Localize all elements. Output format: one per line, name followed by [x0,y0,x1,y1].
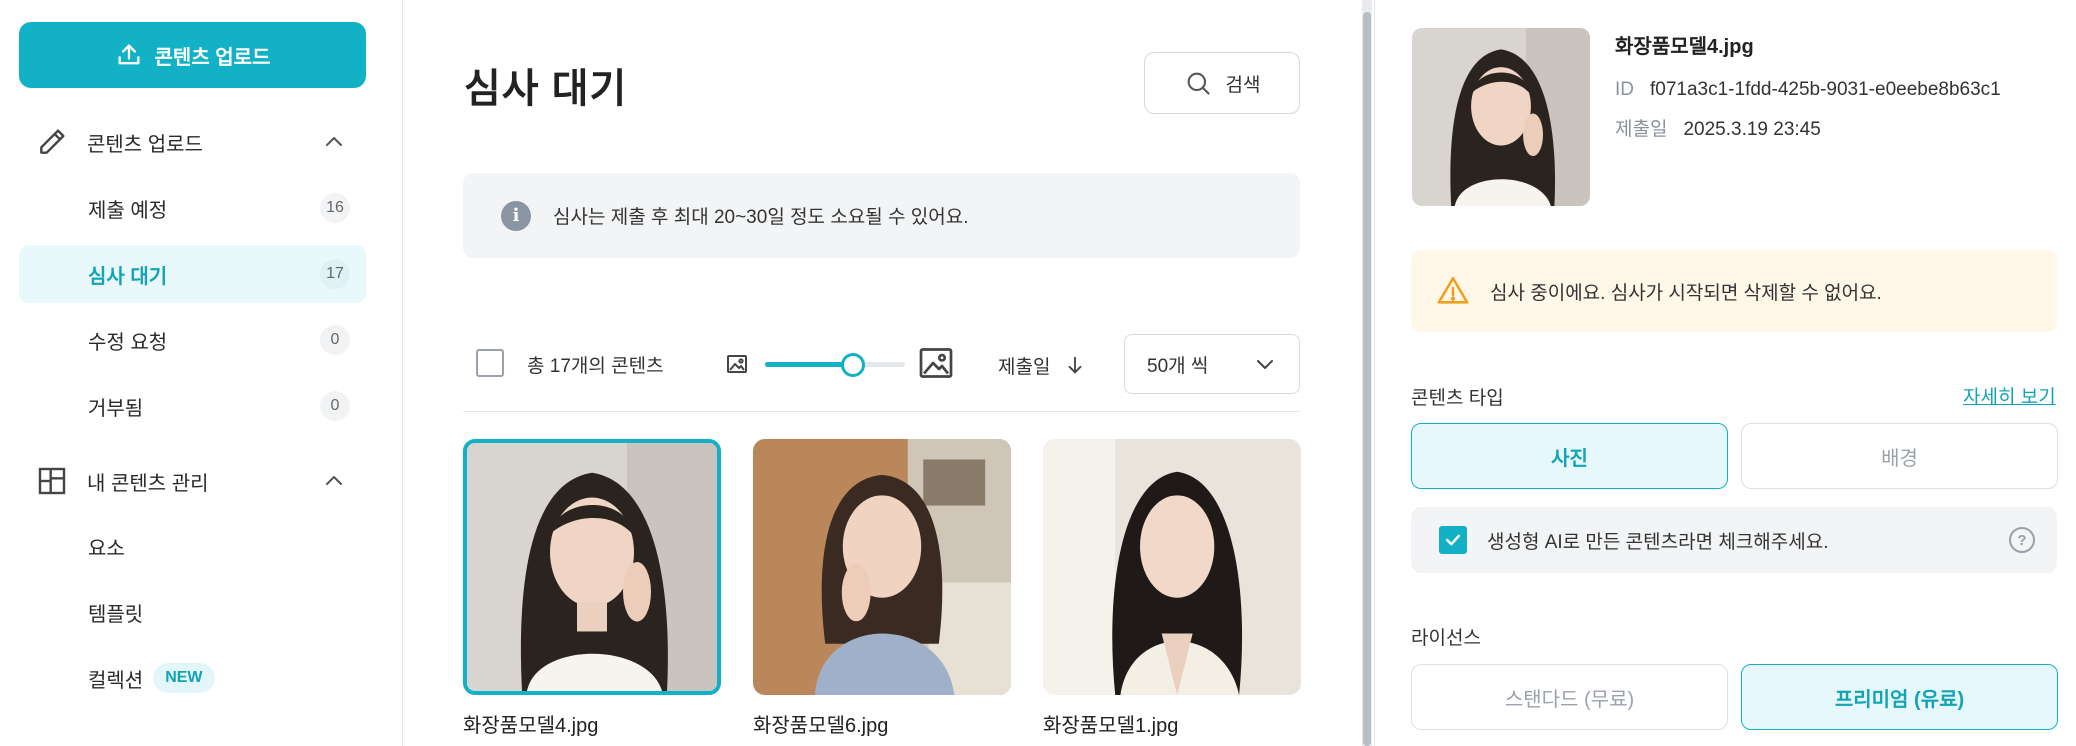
ai-generated-label: 생성형 AI로 만든 콘텐츠라면 체크해주세요. [1487,531,1829,553]
id-label: ID [1615,79,1634,100]
content-filename: 화장품모델4.jpg [463,715,599,737]
content-filename: 화장품모델1.jpg [1043,715,1179,737]
type-background-button[interactable]: 배경 [1741,423,2058,489]
content-type-label: 콘텐츠 타입 [1411,388,1504,409]
count-badge: 17 [320,259,350,289]
count-badge: 16 [320,193,350,223]
sidebar-item-revision-request[interactable]: 수정 요청 0 [19,311,366,369]
detail-date-row: 제출일 2025.3.19 23:45 [1615,114,1821,141]
nav-group-manage-label: 내 콘텐츠 관리 [87,472,209,495]
sidebar-item-collections[interactable]: 컬렉션 NEW [19,649,366,707]
content-card[interactable]: 화장품모델4.jpg [463,439,721,738]
nav-group-upload[interactable]: 콘텐츠 업로드 [19,113,366,171]
license-standard-button[interactable]: 스탠다드 (무료) [1411,664,1728,730]
warning-text: 심사 중이에요. 심사가 시작되면 삭제할 수 없어요. [1490,282,1882,304]
warning-notice: 심사 중이에요. 심사가 시작되면 삭제할 수 없어요. [1411,250,2057,332]
info-text: 심사는 제출 후 최대 20~30일 정도 소요될 수 있어요. [553,207,969,228]
sort-label: 제출일 [998,356,1051,378]
chevron-up-icon[interactable] [322,469,346,493]
license-label: 라이선스 [1411,628,1481,649]
detail-panel: 화장품모델4.jpg ID f071a3c1-1fdd-425b-9031-e0e… [1374,0,2076,746]
content-thumbnail [753,439,1011,695]
image-large-icon[interactable] [918,345,954,381]
sidebar-item-label: 컬렉션 [88,669,144,692]
sidebar-item-pending-submit[interactable]: 제출 예정 16 [19,179,366,237]
arrow-down-icon [1069,356,1082,374]
content-thumbnail [463,439,721,695]
upload-icon [118,44,140,65]
info-icon: i [501,200,531,231]
id-value: f071a3c1-1fdd-425b-9031-e0eebe8b63c1 [1650,79,2001,100]
search-button[interactable]: 검색 [1144,52,1300,114]
ai-generated-row: 생성형 AI로 만든 콘텐츠라면 체크해주세요. ? [1411,507,2057,573]
date-value: 2025.3.19 23:45 [1683,119,1821,140]
content-card[interactable]: 화장품모델1.jpg [1043,439,1301,738]
content-filename: 화장품모델6.jpg [753,715,889,737]
sidebar-item-label: 심사 대기 [88,265,168,288]
scrollbar-thumb[interactable] [1363,12,1371,746]
nav-group-manage[interactable]: 내 콘텐츠 관리 [19,452,366,510]
sidebar-item-label: 수정 요청 [88,331,168,354]
warning-icon [1437,276,1469,304]
upload-content-button[interactable]: 콘텐츠 업로드 [19,22,366,88]
preview-image [1412,28,1590,206]
sidebar-item-under-review[interactable]: 심사 대기 17 [19,245,366,303]
page-title: 심사 대기 [464,67,628,111]
upload-content-label: 콘텐츠 업로드 [154,46,271,69]
date-label: 제출일 [1615,119,1668,140]
total-count-label: 총 17개의 콘텐츠 [527,356,664,377]
slider-fill [765,362,854,367]
layout-grid-icon [35,464,69,498]
content-thumbnail [1043,439,1301,695]
search-icon [1187,72,1210,95]
chevron-up-icon[interactable] [322,130,346,154]
pencil-icon [35,125,69,159]
main-scrollbar[interactable] [1362,0,1372,746]
sidebar-item-label: 제출 예정 [88,199,168,222]
detail-id-row: ID f071a3c1-1fdd-425b-9031-e0eebe8b63c1 [1615,79,2001,101]
sidebar-item-label: 템플릿 [88,603,144,626]
license-premium-button[interactable]: 프리미엄 (유료) [1741,664,2058,730]
sidebar: 콘텐츠 업로드 콘텐츠 업로드 제출 예정 16 심사 대기 17 수정 요청 … [0,0,403,746]
sidebar-item-label: 요소 [88,537,125,560]
count-badge: 0 [320,325,350,355]
per-page-select[interactable]: 50개 씩 [1124,334,1300,394]
nav-group-upload-label: 콘텐츠 업로드 [87,133,203,156]
per-page-value: 50개 씩 [1147,355,1209,377]
slider-thumb[interactable] [841,353,866,377]
info-notice: i 심사는 제출 후 최대 20~30일 정도 소요될 수 있어요. [463,173,1300,258]
list-toolbar: 총 17개의 콘텐츠 제출일 50개 씩 [463,332,1300,412]
detail-filename: 화장품모델4.jpg [1615,36,1754,58]
chevron-down-icon [1257,360,1273,369]
select-all-checkbox[interactable] [476,349,504,377]
thumbnail-size-slider[interactable] [765,350,905,378]
count-badge: 0 [320,391,350,421]
image-small-icon[interactable] [725,352,749,376]
main-content: 심사 대기 검색 i 심사는 제출 후 최대 20~30일 정도 소요될 수 있… [404,0,1360,746]
search-label: 검색 [1225,74,1261,96]
checkmark-icon [1445,534,1461,546]
sidebar-item-templates[interactable]: 템플릿 [19,583,366,641]
sidebar-item-rejected[interactable]: 거부됨 0 [19,377,366,435]
sidebar-item-label: 거부됨 [88,397,144,420]
content-card[interactable]: 화장품모델6.jpg [753,439,1011,738]
details-link[interactable]: 자세히 보기 [1963,382,2056,409]
sidebar-item-elements[interactable]: 요소 [19,517,366,575]
sort-by-date-button[interactable]: 제출일 [998,350,1086,380]
type-photo-button[interactable]: 사진 [1411,423,1728,489]
ai-generated-checkbox[interactable] [1439,526,1467,554]
help-icon[interactable]: ? [2009,527,2035,553]
new-badge: NEW [153,663,215,693]
